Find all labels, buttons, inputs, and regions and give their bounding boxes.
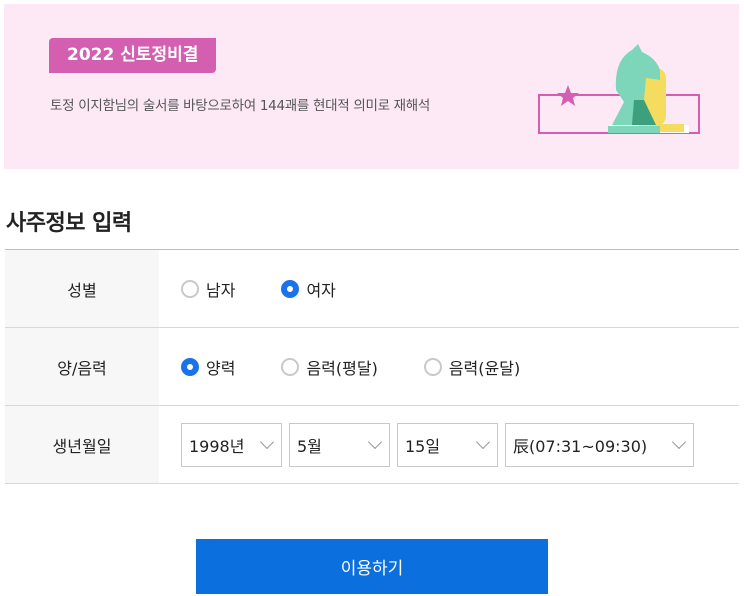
radio-unselected-icon xyxy=(281,357,300,376)
chevron-down-icon xyxy=(367,434,383,450)
radio-unselected-icon xyxy=(423,357,442,376)
day-select-value: 15일 xyxy=(405,436,441,456)
birth-label: 생년월일 xyxy=(5,406,159,483)
month-select-value: 5월 xyxy=(297,436,322,456)
banner-badge: 2022 신토정비결 xyxy=(49,38,217,73)
calendar-option-lunar-leap[interactable]: 음력(윤달) xyxy=(423,355,521,379)
gender-label: 성별 xyxy=(5,250,159,327)
year-select[interactable]: 1998년 xyxy=(181,422,282,467)
day-select[interactable]: 15일 xyxy=(397,422,498,467)
chevron-down-icon xyxy=(475,434,491,450)
calendar-option-label: 음력(평달) xyxy=(306,358,378,378)
chess-illustration-icon xyxy=(538,44,700,134)
gender-option-label: 남자 xyxy=(206,280,236,300)
section-title: 사주정보 입력 xyxy=(6,211,132,236)
saju-form: 성별 남자 여자 양/음력 양력 음력(평달) 음력(윤달) 생년월일 1998… xyxy=(5,249,739,484)
birth-row: 생년월일 1998년 5월 15일 辰(07:31~09:30) xyxy=(5,406,739,484)
chevron-down-icon xyxy=(259,434,275,450)
radio-unselected-icon xyxy=(181,279,199,298)
promo-banner: 2022 신토정비결 토정 이지함님의 술서를 바탕으로하여 144괘를 현대적… xyxy=(4,4,739,169)
gender-option-label: 여자 xyxy=(306,280,336,300)
gender-row: 성별 남자 여자 xyxy=(5,250,739,328)
hour-select-value: 辰(07:31~09:30) xyxy=(513,436,648,456)
gender-option-male[interactable]: 남자 xyxy=(181,277,235,301)
calendar-option-lunar-normal[interactable]: 음력(평달) xyxy=(281,355,378,379)
radio-selected-icon xyxy=(281,279,300,298)
month-select[interactable]: 5월 xyxy=(289,422,390,467)
gender-option-female[interactable]: 여자 xyxy=(281,277,336,301)
calendar-row: 양/음력 양력 음력(평달) 음력(윤달) xyxy=(5,328,739,406)
calendar-option-label: 양력 xyxy=(206,358,236,378)
chevron-down-icon xyxy=(671,434,687,450)
banner-description: 토정 이지함님의 술서를 바탕으로하여 144괘를 현대적 의미로 재해석 xyxy=(50,98,431,114)
year-select-value: 1998년 xyxy=(189,436,245,456)
submit-button[interactable]: 이용하기 xyxy=(196,539,548,594)
calendar-option-label: 음력(윤달) xyxy=(448,358,521,378)
calendar-label: 양/음력 xyxy=(5,328,159,405)
radio-selected-icon xyxy=(181,357,199,376)
hour-select[interactable]: 辰(07:31~09:30) xyxy=(505,422,694,467)
calendar-option-solar[interactable]: 양력 xyxy=(181,355,235,379)
